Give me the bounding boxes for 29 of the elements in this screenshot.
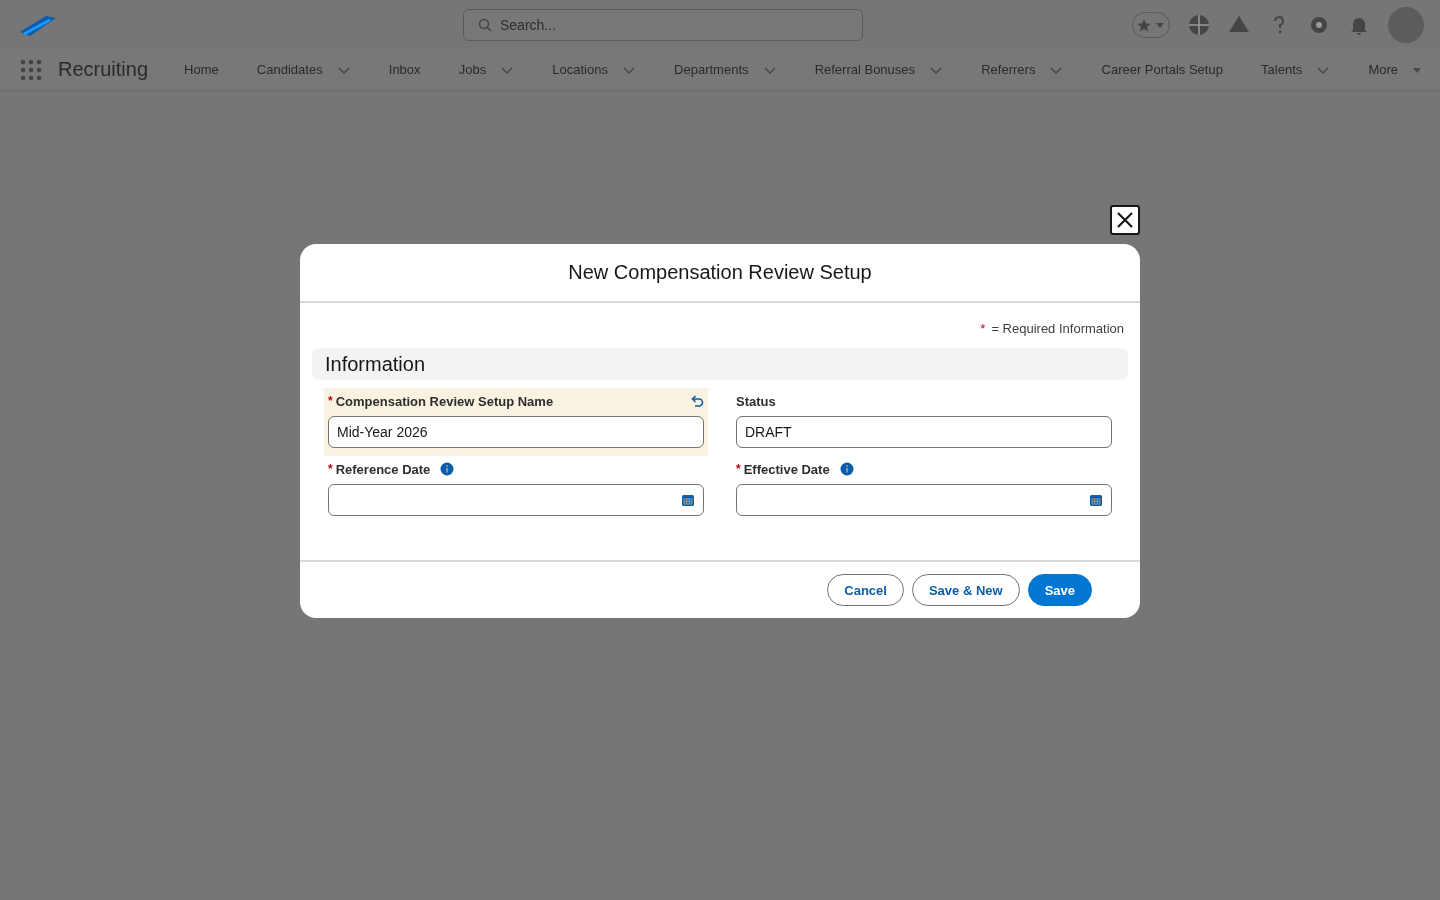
nav-tab[interactable]: Departments xyxy=(674,62,749,77)
nav-tab[interactable]: Referrers xyxy=(981,62,1036,77)
field-label: Compensation Review Setup Name xyxy=(335,393,554,409)
secondary-button[interactable]: Cancel xyxy=(827,574,904,606)
nav-tab[interactable]: Career Portals Setup xyxy=(1101,62,1223,77)
required-mark: * xyxy=(328,462,333,476)
required-mark: * xyxy=(328,394,333,408)
nav-tab[interactable]: Candidates xyxy=(256,62,323,77)
more-button[interactable]: More xyxy=(1368,62,1422,77)
required-mark: * xyxy=(980,321,986,336)
nav-tab[interactable]: Locations xyxy=(552,62,608,77)
text-field[interactable]: Mid-Year 2026 xyxy=(328,416,704,448)
nav-tab[interactable]: Talents xyxy=(1261,62,1303,77)
section-header: Information xyxy=(312,348,1128,380)
search-field[interactable]: Search... xyxy=(463,9,863,41)
modal-title: New Compensation Review Setup xyxy=(300,244,1140,303)
nav-tab[interactable]: Home xyxy=(184,62,219,77)
field-label: Reference Date xyxy=(335,461,431,477)
app-name: Recruiting xyxy=(58,58,149,81)
required-mark: * xyxy=(736,462,741,476)
nav-tab[interactable]: Referral Bonuses xyxy=(814,62,916,77)
nav-tab[interactable]: Inbox xyxy=(388,62,421,77)
secondary-button[interactable]: Save & New xyxy=(911,574,1020,606)
field-label: Status xyxy=(736,393,776,409)
primary-button[interactable]: Save xyxy=(1027,574,1092,606)
required-note: = Required Information xyxy=(991,321,1124,336)
field-label: Effective Date xyxy=(743,461,830,477)
nav-tab[interactable]: Jobs xyxy=(458,62,487,77)
text-field[interactable]: DRAFT xyxy=(736,416,1112,448)
